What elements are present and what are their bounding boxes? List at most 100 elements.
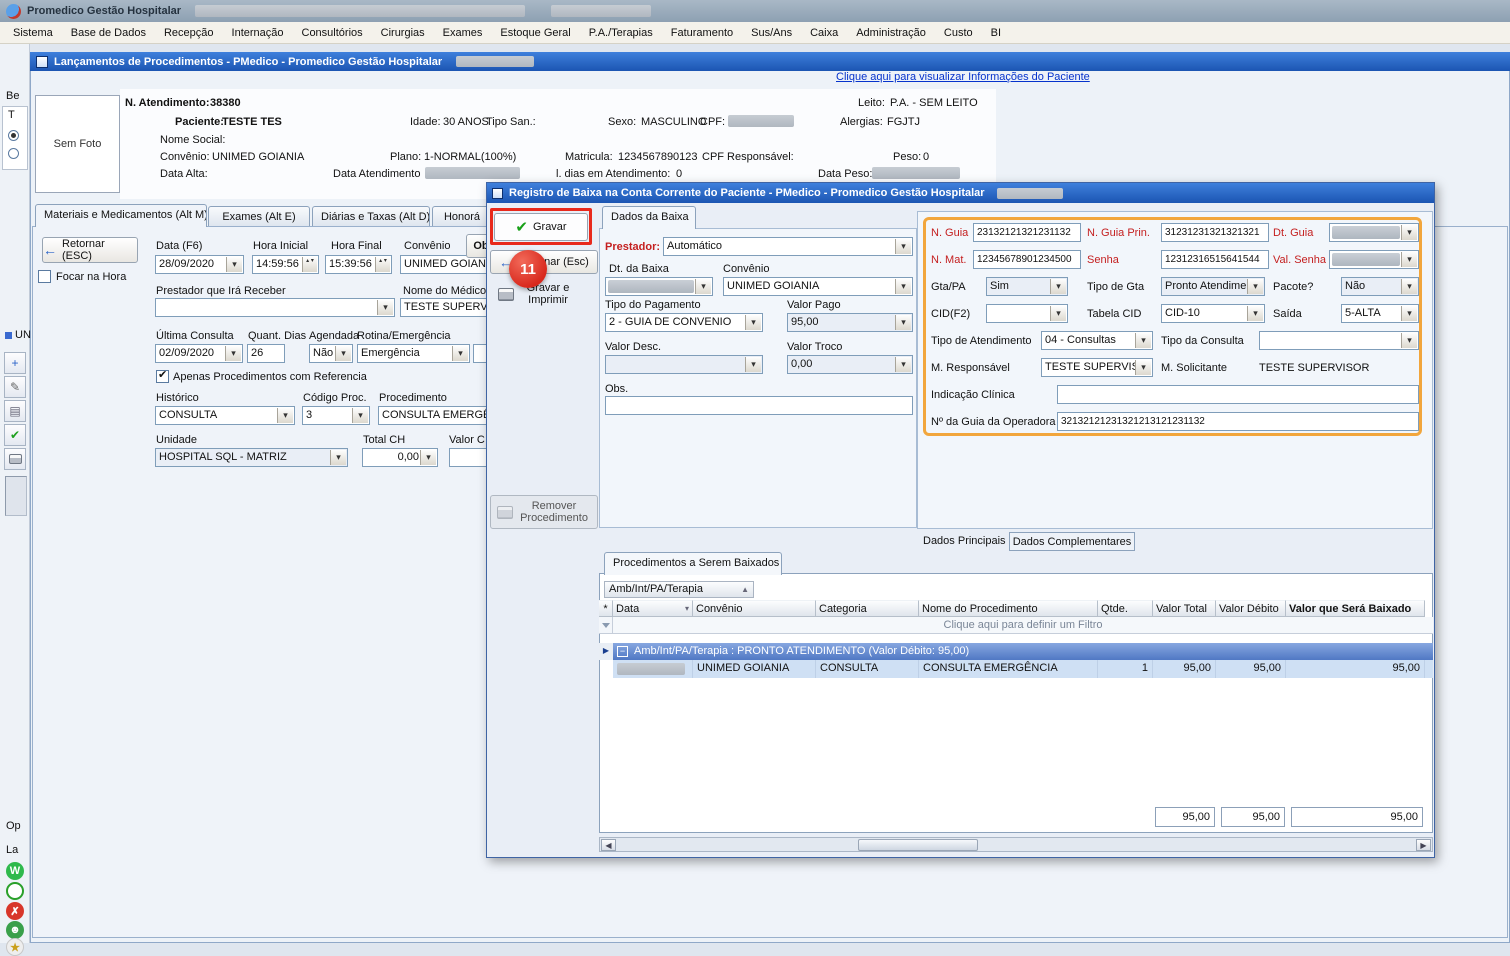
valor-troco-field[interactable]: 0,00 — [787, 355, 913, 374]
grid-corner-cell[interactable]: * — [599, 600, 613, 617]
dock-label-op[interactable]: Op — [6, 820, 21, 832]
header-valor-total[interactable]: Valor Total — [1153, 600, 1216, 617]
filter-row-corner[interactable] — [599, 617, 613, 634]
hora-final-field[interactable]: 15:39:56 — [325, 255, 392, 274]
cid-field[interactable] — [986, 304, 1068, 323]
tab-dados-principais[interactable]: Dados Principais — [923, 535, 1006, 547]
tab-dados-da-baixa[interactable]: Dados da Baixa — [602, 206, 696, 229]
menu-custo[interactable]: Custo — [935, 22, 982, 44]
unidade-field[interactable]: HOSPITAL SQL - MATRIZ — [155, 448, 348, 467]
total-ch-field[interactable]: 0,00 — [362, 448, 438, 467]
header-convenio[interactable]: Convênio — [693, 600, 816, 617]
n-mat-field[interactable]: 12345678901234500 — [973, 250, 1081, 269]
m-responsavel-field[interactable]: TESTE SUPERVIS — [1041, 358, 1153, 377]
scroll-right-button[interactable]: ▶ — [1416, 839, 1431, 851]
menu-base-de-dados[interactable]: Base de Dados — [62, 22, 155, 44]
agendada-field[interactable]: Não — [309, 344, 353, 363]
dock-label-la[interactable]: La — [6, 844, 18, 856]
ultima-consulta-field[interactable]: 02/09/2020 — [155, 344, 243, 363]
cell-valor-total[interactable]: 95,00 — [1153, 660, 1216, 678]
menu-cirurgias[interactable]: Cirurgias — [372, 22, 434, 44]
header-nome-procedimento[interactable]: Nome do Procedimento — [919, 600, 1098, 617]
tab-exames[interactable]: Exames (Alt E) — [208, 206, 310, 227]
menu-bi[interactable]: BI — [982, 22, 1010, 44]
senha-field[interactable]: 12312316515641544 — [1161, 250, 1269, 269]
pacote-field[interactable]: Não — [1341, 277, 1419, 296]
dock-label-be[interactable]: Be — [6, 90, 19, 102]
tab-dados-complementares[interactable]: Dados Complementares — [1009, 532, 1135, 551]
menu-faturamento[interactable]: Faturamento — [662, 22, 742, 44]
scroll-left-button[interactable]: ◀ — [601, 839, 616, 851]
toolbar-print-button[interactable] — [4, 448, 26, 470]
header-categoria[interactable]: Categoria — [816, 600, 919, 617]
menu-exames[interactable]: Exames — [434, 22, 492, 44]
cell-nome-procedimento[interactable]: CONSULTA EMERGÊNCIA — [919, 660, 1098, 678]
cell-categoria[interactable]: CONSULTA — [816, 660, 919, 678]
dt-guia-field-redacted[interactable] — [1329, 223, 1419, 242]
cell-valor-baixado[interactable]: 95,00 — [1286, 660, 1425, 678]
prestador-receber-field[interactable] — [155, 298, 395, 317]
app-titlebar[interactable]: Promedico Gestão Hospitalar — [0, 0, 1510, 22]
valor-c-field[interactable] — [449, 448, 489, 467]
scrollbar-thumb[interactable] — [858, 839, 978, 851]
header-valor-debito[interactable]: Valor Débito — [1216, 600, 1286, 617]
remover-procedimento-button[interactable]: Remover Procedimento — [490, 495, 598, 529]
n-guia-field[interactable]: 23132121321231132 — [973, 223, 1081, 242]
cell-valor-debito[interactable]: 95,00 — [1216, 660, 1286, 678]
menu-sistema[interactable]: Sistema — [4, 22, 62, 44]
rotina-emergencia-field[interactable]: Emergência — [357, 344, 470, 363]
tabela-cid-field[interactable]: CID-10 — [1161, 304, 1265, 323]
valor-pago-field[interactable]: 95,00 — [787, 313, 913, 332]
tipo-pagamento-field[interactable]: 2 - GUIA DE CONVENIO — [605, 313, 763, 332]
tab-honorarios[interactable]: Honorá — [432, 206, 492, 227]
n-guia-operadora-field[interactable]: 32132121231321213121231132 — [1057, 412, 1419, 431]
menu-pa-terapias[interactable]: P.A./Terapias — [580, 22, 662, 44]
patient-info-link[interactable]: Clique aqui para visualizar Informações … — [836, 71, 1090, 83]
toolbar-list-button[interactable]: ▤ — [4, 400, 26, 422]
tipo-consulta-field[interactable] — [1259, 331, 1419, 350]
valor-desc-field[interactable] — [605, 355, 763, 374]
horizontal-scrollbar[interactable]: ◀ ▶ — [599, 837, 1433, 852]
group-by-box[interactable]: Amb/Int/PA/Terapia ▲ — [604, 581, 754, 598]
cell-convenio[interactable]: UNIMED GOIANIA — [693, 660, 816, 678]
codigo-proc-field[interactable]: 3 — [302, 406, 370, 425]
obs-input[interactable] — [605, 396, 913, 415]
clock-shortcut-icon[interactable] — [6, 882, 24, 900]
close-shortcut-icon[interactable]: ✗ — [6, 902, 24, 920]
collapse-group-icon[interactable]: − — [617, 646, 628, 657]
cell-qtde[interactable]: 1 — [1098, 660, 1153, 678]
data-f6-field[interactable]: 28/09/2020 — [155, 255, 244, 274]
header-qtde[interactable]: Qtde. — [1098, 600, 1153, 617]
person-shortcut-icon[interactable]: ☻ — [6, 921, 24, 939]
retornar-esc-button[interactable]: ← Retornar (ESC) — [42, 237, 138, 263]
header-valor-baixado[interactable]: Valor que Será Baixado — [1286, 600, 1425, 617]
group-row[interactable]: − Amb/Int/PA/Terapia : PRONTO ATENDIMENT… — [613, 643, 1433, 660]
whatsapp-shortcut-icon[interactable]: W — [6, 862, 24, 880]
toolbar-add-button[interactable]: + — [4, 352, 26, 374]
menu-internacao[interactable]: Internação — [223, 22, 293, 44]
gta-pa-field[interactable]: Sim — [986, 277, 1068, 296]
hora-inicial-field[interactable]: 14:59:56 — [252, 255, 319, 274]
header-data[interactable]: Data▾ — [613, 600, 693, 617]
saida-field[interactable]: 5-ALTA — [1341, 304, 1419, 323]
val-senha-field-redacted[interactable] — [1329, 250, 1419, 269]
dialog-titlebar[interactable]: Registro de Baixa na Conta Corrente do P… — [487, 183, 1434, 203]
menu-caixa[interactable]: Caixa — [801, 22, 847, 44]
toolbar-confirm-button[interactable]: ✔ — [4, 424, 26, 446]
toolbar-edit-button[interactable]: ✎ — [4, 376, 26, 398]
dialog-convenio-field[interactable]: UNIMED GOIANIA — [723, 277, 913, 296]
indicacao-clinica-field[interactable] — [1057, 385, 1419, 404]
menu-recepcao[interactable]: Recepção — [155, 22, 223, 44]
referencia-checkbox[interactable] — [156, 370, 169, 383]
star-shortcut-icon[interactable]: ★ — [6, 938, 24, 956]
menu-sus-ans[interactable]: Sus/Ans — [742, 22, 801, 44]
filter-arrow-icon[interactable]: ▾ — [685, 601, 689, 617]
procedimento-field[interactable]: CONSULTA EMERGÊN — [378, 406, 490, 425]
tab-procedimentos-baixados[interactable]: Procedimentos a Serem Baixados — [604, 552, 782, 575]
dock-radio-1[interactable] — [8, 130, 19, 141]
quant-dias-field[interactable]: 26 — [247, 344, 285, 363]
main-window-titlebar[interactable]: Lançamentos de Procedimentos - PMedico -… — [30, 52, 1510, 71]
tab-materiais-medicamentos[interactable]: Materiais e Medicamentos (Alt M) — [35, 204, 207, 227]
filter-row[interactable]: Clique aqui para definir um Filtro — [613, 617, 1433, 634]
tab-diarias-taxas[interactable]: Diárias e Taxas (Alt D) — [312, 206, 430, 227]
